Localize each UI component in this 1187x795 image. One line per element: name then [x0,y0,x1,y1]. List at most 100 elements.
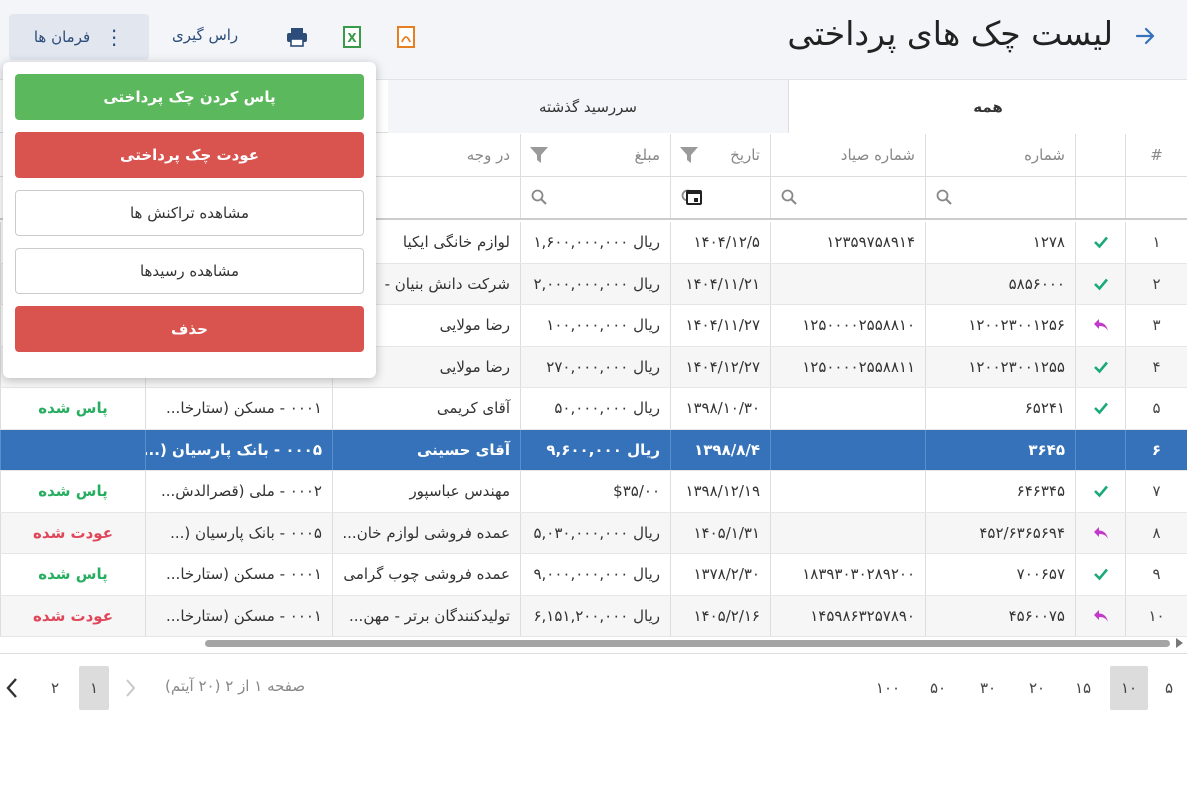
filter-date[interactable] [670,177,770,218]
view-receipts-button[interactable]: مشاهده رسیدها [15,248,364,294]
page-size-option[interactable]: ۱۰۰ [869,666,907,710]
cell-icon [1075,263,1125,304]
chevron-right-icon[interactable] [123,677,137,699]
cell-payee: مهندس عباسپور [332,471,520,512]
cell-amount: ریال ۶,۱۵۱,۲۰۰,۰۰۰ [520,595,670,636]
commands-label: فرمان ها [33,28,91,46]
cell-sayad [770,388,925,429]
pass-check-button[interactable]: پاس کردن چک پرداختی [15,74,364,120]
page-button-1[interactable]: ۱ [79,666,109,710]
cell-amount: ریال ۵۰,۰۰۰,۰۰۰ [520,388,670,429]
cell-amount: ریال ۲۷۰,۰۰۰,۰۰۰ [520,346,670,387]
header-amount[interactable]: مبلغ [520,134,670,176]
cell-sayad: ۱۸۳۹۳۰۳۰۲۸۹۲۰۰ [770,554,925,595]
page-size-option[interactable]: ۱۵ [1064,666,1102,710]
cell-sayad: ۱۴۵۹۸۶۳۲۵۷۸۹۰ [770,595,925,636]
page-button-2[interactable]: ۲ [40,666,70,710]
table-row[interactable]: ۶ ۳۶۴۵ ۱۳۹۸/۸/۴ ریال ۹,۶۰۰,۰۰۰ آقای حسینی ۰۰۰… [0,429,1187,471]
cell-sayad [770,512,925,553]
filter-sayad[interactable] [770,177,925,218]
page-title: لیست چک های پرداختی [787,14,1113,53]
cell-payee: تولیدکنندگان برتر - مهن... [332,595,520,636]
cell-index: ۹ [1125,554,1187,595]
delete-button[interactable]: حذف [15,306,364,352]
commands-button[interactable]: ⋮ فرمان ها [9,14,149,60]
cell-number: ۶۴۶۳۴۵ [925,471,1075,512]
pager: ۵ ۱۰ ۱۵ ۲۰ ۳۰ ۵۰ ۱۰۰ صفحه ۱ از ۲ (۲۰ آیت… [0,663,1187,711]
filter-number[interactable] [925,177,1075,218]
table-row[interactable]: ۸ ۴۵۲/۶۳۶۵۶۹۴ ۱۴۰۵/۱/۳۱ ریال ۵,۰۳۰,۰۰۰,۰۰۰ ع… [0,512,1187,554]
check-icon [1093,278,1108,291]
cell-amount: ریال ۱,۶۰۰,۰۰۰,۰۰۰ [520,222,670,263]
breakeven-button[interactable]: راس گیری [172,26,238,44]
back-arrow-icon[interactable] [1133,24,1157,48]
cell-number: ۶۵۲۴۱ [925,388,1075,429]
page-size-option[interactable]: ۵۰ [919,666,957,710]
cell-icon [1075,512,1125,553]
scrollbar-thumb[interactable] [205,640,1170,647]
cell-number: ۳۶۴۵ [925,429,1075,470]
cell-index: ۱ [1125,222,1187,263]
cell-bank: ۰۰۰۵ - بانک پارسیان (... [145,429,332,470]
horizontal-scrollbar[interactable] [0,636,1187,650]
cell-status: عودت شده [0,512,145,553]
cell-index: ۷ [1125,471,1187,512]
cell-date: ۱۴۰۴/۱۲/۵ [670,222,770,263]
printer-icon[interactable] [286,25,308,49]
cell-date: ۱۴۰۵/۲/۱۶ [670,595,770,636]
cell-icon [1075,305,1125,346]
scroll-right-arrow-icon[interactable] [1176,638,1183,648]
view-transactions-button[interactable]: مشاهده تراکنش ها [15,190,364,236]
excel-icon[interactable]: X [341,25,363,49]
cell-number: ۱۲۰۰۲۳۰۰۱۲۵۵ [925,346,1075,387]
cell-date: ۱۴۰۵/۱/۳۱ [670,512,770,553]
check-icon [1093,361,1108,374]
page-size-option[interactable]: ۳۰ [969,666,1007,710]
header-index[interactable]: # [1125,134,1187,176]
table-row[interactable]: ۷ ۶۴۶۳۴۵ ۱۳۹۸/۱۲/۱۹ $۳۵/۰۰ مهندس عباسپور ۰۰۰۲… [0,471,1187,513]
header-sayad[interactable]: شماره صیاد [770,134,925,176]
cell-icon [1075,346,1125,387]
cell-date: ۱۳۹۸/۸/۴ [670,429,770,470]
cell-number: ۷۰۰۶۵۷ [925,554,1075,595]
tab-overdue[interactable]: سررسید گذشته [388,80,788,133]
cell-index: ۲ [1125,263,1187,304]
funnel-icon[interactable] [679,145,699,165]
cell-index: ۱۰ [1125,595,1187,636]
funnel-icon[interactable] [529,145,549,165]
header-icon [1075,134,1125,176]
reply-icon [1093,319,1108,332]
check-icon [1093,236,1108,249]
table-row[interactable]: ۹ ۷۰۰۶۵۷ ۱۸۳۹۳۰۳۰۲۸۹۲۰۰ ۱۳۷۸/۲/۳۰ ریال ۹,۰۰۰… [0,554,1187,596]
header-date[interactable]: تاریخ [670,134,770,176]
cell-sayad: ۱۲۳۵۹۷۵۸۹۱۴ [770,222,925,263]
cell-icon [1075,471,1125,512]
page-info: صفحه ۱ از ۲ (۲۰ آیتم) [165,677,306,695]
cell-number: ۱۲۷۸ [925,222,1075,263]
page-size-option[interactable]: ۱۰ [1110,666,1148,710]
cell-sayad: ۱۲۵۰۰۰۰۲۵۵۸۸۱۰ [770,305,925,346]
cell-amount: ریال ۵,۰۳۰,۰۰۰,۰۰۰ [520,512,670,553]
table-row[interactable]: ۱۰ ۴۵۶۰۰۷۵ ۱۴۵۹۸۶۳۲۵۷۸۹۰ ۱۴۰۵/۲/۱۶ ریال ۶,۱۵… [0,595,1187,637]
cell-amount: ریال ۹,۶۰۰,۰۰۰ [520,429,670,470]
return-check-button[interactable]: عودت چک پرداختی [15,132,364,178]
tab-all[interactable]: همه [788,80,1187,133]
cell-sayad [770,471,925,512]
pdf-icon[interactable] [395,25,417,49]
check-icon [1093,485,1108,498]
cell-payee: عمده فروشی چوب گرامی [332,554,520,595]
header-number[interactable]: شماره [925,134,1075,176]
chevron-left-icon[interactable] [4,676,20,700]
page-size-option[interactable]: ۲۰ [1018,666,1056,710]
calendar-icon[interactable] [685,188,703,206]
reply-icon [1093,526,1108,539]
cell-payee: آقای حسینی [332,429,520,470]
filter-cell-icon [1075,177,1125,218]
cell-index: ۳ [1125,305,1187,346]
check-icon [1093,402,1108,415]
page-size-option[interactable]: ۵ [1150,666,1187,710]
check-icon [1093,568,1108,581]
filter-amount[interactable] [520,177,670,218]
filter-cell-index [1125,177,1187,218]
table-row[interactable]: ۵ ۶۵۲۴۱ ۱۳۹۸/۱۰/۳۰ ریال ۵۰,۰۰۰,۰۰۰ آقای کریم… [0,388,1187,430]
